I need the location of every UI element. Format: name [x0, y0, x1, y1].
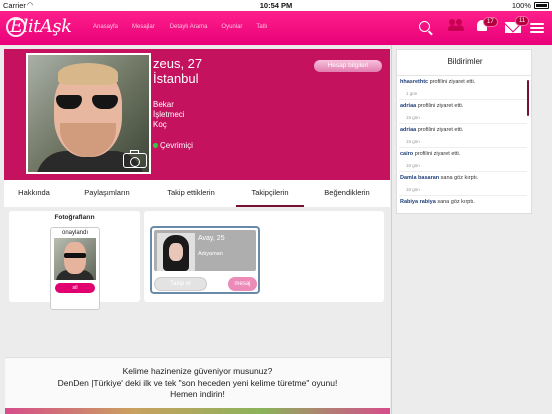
photo-approved-label: onaylandı	[61, 230, 89, 236]
notification-user[interactable]: hhasrethtc	[400, 79, 428, 85]
notification-item[interactable]: cairo profilini ziyaret etti. 16 gün	[399, 149, 527, 172]
notification-item[interactable]: adriaa profilini ziyaret etti. 15 gün	[399, 101, 527, 124]
ad-line-1: Kelime hazinenize güveniyor musunuz?	[122, 366, 273, 376]
notification-time: 16 gün	[406, 187, 420, 192]
tab-posts[interactable]: Paylaşımların	[74, 180, 140, 207]
notification-icon[interactable]: 17	[477, 17, 498, 33]
notifications-scrollbar[interactable]	[527, 80, 529, 116]
profile-city: İstanbul	[153, 71, 199, 86]
notification-user[interactable]: Damla basaran	[400, 175, 439, 181]
nav-item-games[interactable]: Oyunlar	[221, 24, 242, 30]
mail-icon[interactable]: 11	[505, 16, 530, 33]
follower-name: Avay, 25	[198, 235, 225, 242]
profile-job: İşletmeci	[153, 110, 185, 119]
follower-city: Adıyaman	[198, 251, 223, 257]
tab-followers[interactable]: Takipçilerin	[236, 180, 304, 207]
ad-line-3: Hemen indirin!	[170, 389, 225, 399]
notification-time: 15 gün	[406, 139, 420, 144]
photo-thumbnail[interactable]	[54, 238, 96, 280]
message-button[interactable]: mesaj	[228, 277, 257, 291]
notification-user[interactable]: adriaa	[400, 127, 416, 133]
notification-user[interactable]: adriaa	[400, 103, 416, 109]
profile-name: zeus, 27	[153, 56, 203, 71]
notification-action: profilini ziyaret etti.	[417, 103, 464, 109]
hamburger-menu-icon[interactable]	[530, 23, 544, 33]
notification-time: 1 gün	[406, 91, 418, 96]
logo-ring-icon	[6, 17, 26, 37]
divider	[391, 45, 392, 414]
online-status: Çevrimiçi	[153, 141, 193, 150]
message-badge: 11	[515, 16, 530, 26]
profile-photo[interactable]	[26, 53, 151, 174]
notification-item[interactable]: Rabiya rabiya sana göz kırptı.	[399, 197, 527, 214]
delete-photo-button[interactable]: sil	[55, 283, 95, 293]
online-label: Çevrimiçi	[160, 141, 193, 150]
notifications-title: Bildirimler	[447, 57, 483, 66]
notification-time: 16 gün	[406, 163, 420, 168]
notification-item[interactable]: Damla basaran sana göz kırptı. 16 gün	[399, 173, 527, 196]
nav-item-messages[interactable]: Mesajlar	[132, 24, 155, 30]
clock: 10:54 PM	[259, 1, 293, 10]
notification-action: sana göz kırptı.	[437, 199, 475, 205]
nav-item-home[interactable]: Anasayfa	[93, 24, 118, 30]
profile-status: Bekar	[153, 100, 174, 109]
photos-title: Fotoğrafların	[54, 214, 95, 221]
battery-percent: 100%	[511, 1, 531, 10]
ad-line-2: DenDen |Türkiye' deki ilk ve tek "son he…	[57, 378, 338, 388]
status-bar: Carrier ◠ 10:54 PM 100%	[0, 0, 552, 11]
notification-item[interactable]: hhasrethtc profilini ziyaret etti. 1 gün	[399, 77, 527, 100]
search-icon[interactable]	[419, 21, 430, 32]
tab-likes[interactable]: Beğendiklerin	[316, 180, 378, 207]
notification-badge: 17	[483, 17, 498, 27]
notification-user[interactable]: cairo	[400, 151, 413, 157]
tab-about[interactable]: Hakkında	[4, 180, 64, 207]
camera-icon[interactable]	[123, 150, 147, 168]
notification-action: profilini ziyaret etti.	[417, 127, 464, 133]
profile-sign: Koç	[153, 120, 167, 129]
notification-time: 15 gün	[406, 115, 420, 120]
battery-icon	[534, 2, 549, 9]
tab-following[interactable]: Takip ettiklerin	[154, 180, 228, 207]
app-header: ElitAşk Anasayfa Mesajlar Detaylı Arama …	[0, 11, 552, 45]
ad-banner[interactable]: Kelime hazinenize güveniyor musunuz? Den…	[5, 357, 390, 414]
notification-item[interactable]: adriaa profilini ziyaret etti. 15 gün	[399, 125, 527, 148]
nav-item-extra[interactable]: Tatlı	[256, 24, 267, 30]
follower-card[interactable]: Avay, 25 Adıyaman Takip et mesaj	[150, 226, 260, 294]
profile-card: zeus, 27 İstanbul Bekar İşletmeci Koç Çe…	[4, 49, 390, 180]
notification-action: sana göz kırptı.	[440, 175, 479, 181]
logo[interactable]: ElitAşk	[6, 16, 72, 37]
photo-thumb-card: onaylandı sil	[50, 227, 100, 310]
photos-panel: Fotoğrafların onaylandı sil	[9, 211, 140, 310]
notification-action: profilini ziyaret etti.	[414, 151, 461, 157]
follower-avatar[interactable]	[157, 233, 195, 271]
notification-action: profilini ziyaret etti.	[429, 79, 476, 85]
top-nav: Anasayfa Mesajlar Detaylı Arama Oyunlar …	[93, 24, 281, 30]
people-icon[interactable]	[448, 19, 464, 33]
followers-panel: Avay, 25 Adıyaman Takip et mesaj	[144, 211, 384, 302]
notification-user[interactable]: Rabiya rabiya	[400, 199, 436, 205]
online-dot-icon	[153, 143, 158, 149]
account-info-button[interactable]: Hesap bilgileri	[314, 60, 382, 72]
follow-button[interactable]: Takip et	[154, 277, 207, 291]
nav-item-search[interactable]: Detaylı Arama	[170, 24, 208, 30]
ad-image-strip	[5, 408, 390, 414]
notifications-panel: Bildirimler hhasrethtc profilini ziyaret…	[396, 49, 533, 214]
profile-tabs: Hakkında Paylaşımların Takip ettiklerin …	[4, 180, 390, 207]
